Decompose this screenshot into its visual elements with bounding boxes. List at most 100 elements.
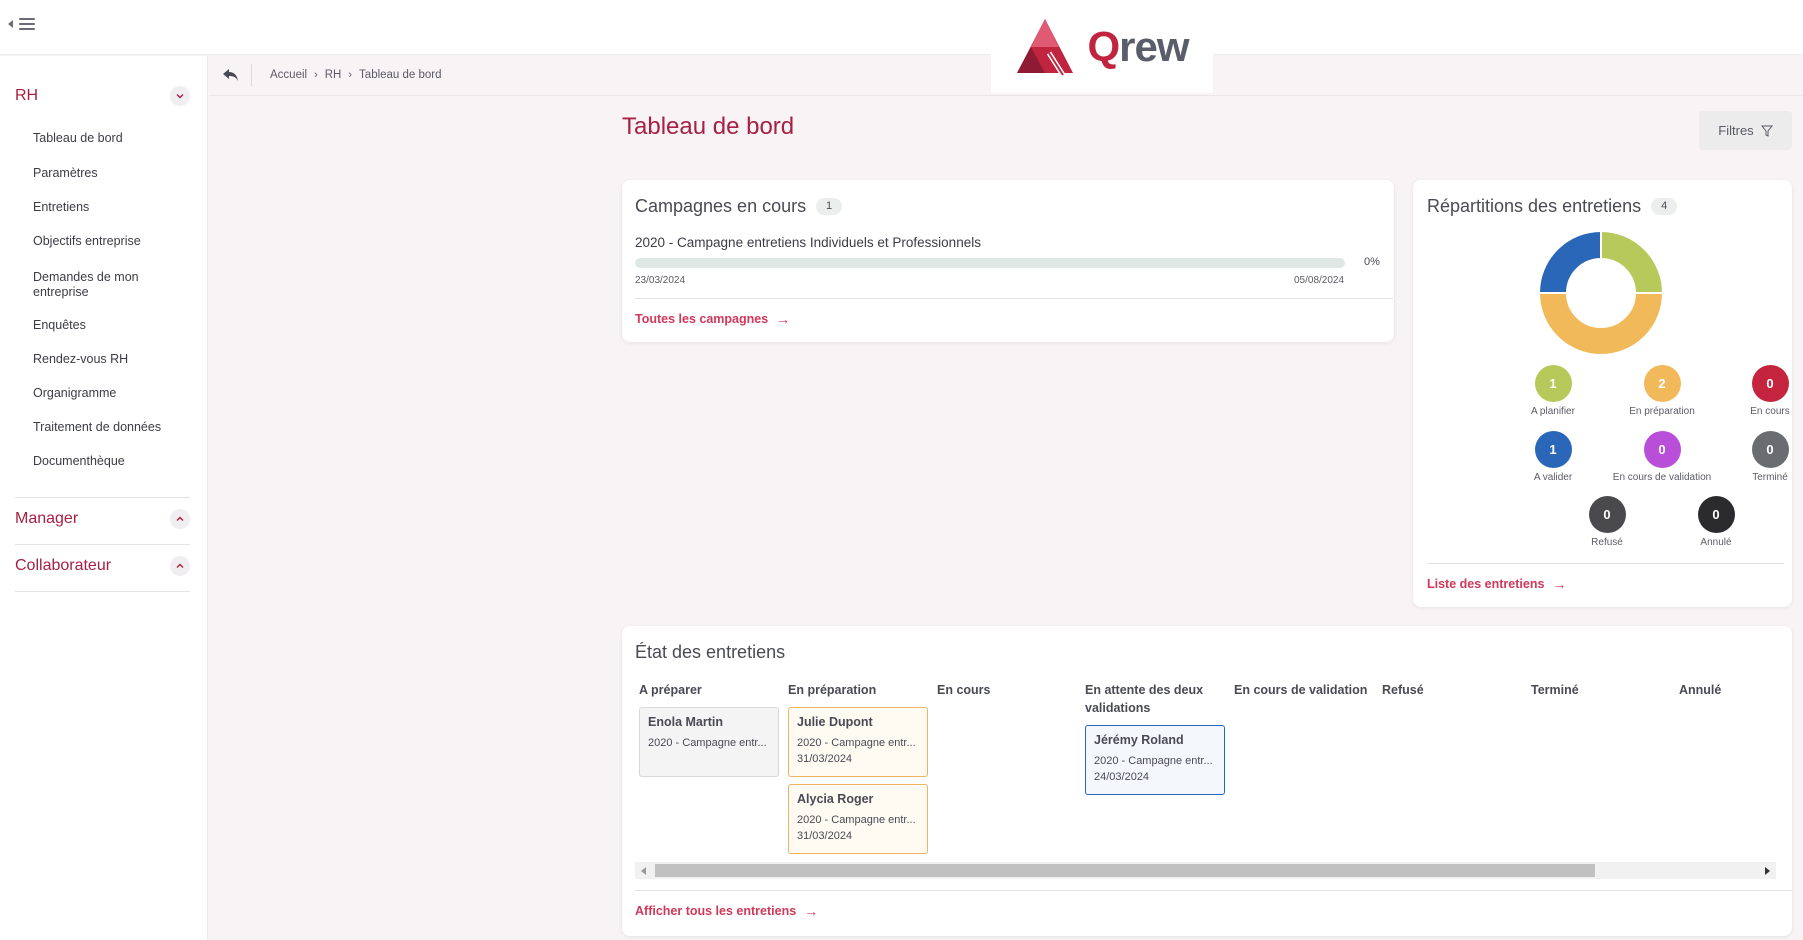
breadcrumb: Accueil › RH › Tableau de bord	[270, 69, 442, 81]
column-header: Annulé	[1679, 683, 1722, 697]
interview-status-card: État des entretiens A préparer En prépar…	[622, 626, 1792, 936]
sidebar-item-rendez-vous-rh[interactable]: Rendez-vous RH	[33, 352, 183, 367]
chevron-down-icon[interactable]	[170, 86, 190, 106]
stat-label: En préparation	[1629, 406, 1695, 417]
interview-status-title: État des entretiens	[635, 642, 786, 662]
breadcrumb-rh[interactable]: RH	[325, 69, 342, 81]
logo: Qrew	[991, 0, 1213, 93]
stat-value: 0	[1697, 496, 1735, 533]
sidebar-section-rh[interactable]: RH	[15, 86, 190, 106]
sidebar-item-traitement-de-donnees[interactable]: Traitement de données	[33, 420, 183, 435]
divider	[635, 298, 1393, 299]
column-header: Refusé	[1382, 683, 1424, 697]
top-bar	[0, 0, 1803, 55]
logo-text: Qrew	[1087, 22, 1189, 70]
sidebar-divider	[15, 591, 190, 592]
campaigns-count-badge: 1	[816, 198, 843, 215]
chevron-up-icon[interactable]	[170, 556, 190, 576]
sidebar-divider	[15, 544, 190, 545]
interview-card-name: Enola Martin	[648, 715, 724, 729]
stat-annule: 0 Annulé	[1656, 496, 1776, 548]
interview-card-date: 31/03/2024	[797, 753, 853, 765]
logo-triangle-icon	[1017, 18, 1074, 76]
all-campaigns-link[interactable]: Toutes les campagnes →	[635, 311, 790, 327]
donut-slice-a-valider[interactable]	[1538, 230, 1602, 294]
sidebar-item-enquetes[interactable]: Enquêtes	[33, 318, 183, 333]
arrow-right-icon: →	[1552, 576, 1567, 592]
campaign-name[interactable]: 2020 - Campagne entretiens Individuels e…	[635, 235, 981, 250]
filters-button[interactable]: Filtres	[1699, 111, 1792, 150]
sidebar: RH Tableau de bord Paramètres Entretiens…	[0, 56, 208, 940]
filter-funnel-icon	[1760, 125, 1773, 137]
page-title: Tableau de bord	[622, 113, 795, 140]
arrow-right-icon: →	[776, 311, 791, 327]
interview-card-campaign: 2020 - Campagne entr...	[797, 737, 916, 749]
column-header: A préparer	[639, 683, 702, 697]
breadcrumb-current: Tableau de bord	[359, 69, 442, 81]
menu-toggle-button[interactable]	[8, 18, 35, 30]
stat-label: En cours	[1750, 406, 1790, 417]
interview-card-name: Jérémy Roland	[1094, 733, 1184, 747]
stat-label: A valider	[1533, 472, 1573, 483]
campaign-start-date: 23/03/2024	[635, 275, 686, 286]
repartition-title: Répartitions des entretiens 4	[1427, 196, 1678, 217]
chevron-right-icon: ›	[314, 69, 318, 81]
stat-en-preparation: 2 En préparation	[1602, 365, 1722, 417]
repartition-title-text: Répartitions des entretiens	[1427, 196, 1642, 216]
collapse-caret-icon	[8, 20, 13, 28]
breadcrumb-separator	[251, 64, 252, 86]
stat-value: 0	[1751, 365, 1789, 402]
stat-a-valider: 1 A valider	[1493, 431, 1613, 483]
divider	[1427, 563, 1784, 564]
sidebar-section-collaborateur[interactable]: Collaborateur	[15, 556, 190, 576]
stat-value: 0	[1751, 431, 1789, 468]
stat-label: Refusé	[1591, 537, 1623, 548]
sidebar-item-tableau-de-bord[interactable]: Tableau de bord	[33, 131, 183, 146]
horizontal-scrollbar[interactable]	[635, 862, 1776, 879]
interview-card-date: 24/03/2024	[1094, 771, 1150, 783]
sidebar-section-manager[interactable]: Manager	[15, 509, 190, 529]
hamburger-menu-icon	[19, 18, 35, 30]
interview-card-campaign: 2020 - Campagne entr...	[797, 814, 916, 826]
repartition-card: Répartitions des entretiens 4 1 A planifi…	[1413, 180, 1792, 607]
all-interviews-link[interactable]: Afficher tous les entretiens →	[635, 903, 818, 919]
interview-card-name: Julie Dupont	[797, 715, 873, 729]
sidebar-item-parametres[interactable]: Paramètres	[33, 166, 183, 181]
interviews-list-link[interactable]: Liste des entretiens →	[1427, 576, 1566, 592]
column-header: Terminé	[1531, 683, 1579, 697]
stat-a-planifier: 1 A planifier	[1493, 365, 1613, 417]
interview-card[interactable]: Alycia Roger 2020 - Campagne entr... 31/…	[788, 784, 928, 854]
campaign-progress-bar[interactable]	[635, 258, 1345, 268]
sidebar-item-organigramme[interactable]: Organigramme	[33, 386, 183, 401]
sidebar-item-objectifs-entreprise[interactable]: Objectifs entreprise	[33, 234, 183, 249]
back-button[interactable]	[221, 65, 241, 85]
stat-refuse: 0 Refusé	[1547, 496, 1667, 548]
interview-card-date: 31/03/2024	[797, 830, 853, 842]
stat-termine: 0 Terminé	[1710, 431, 1803, 483]
donut-slice-a-planifier[interactable]	[1600, 230, 1664, 294]
donut-slice-en-pr-paration[interactable]	[1538, 292, 1664, 356]
chevron-right-icon: ›	[348, 69, 353, 81]
sidebar-section-title: RH	[15, 87, 39, 104]
interviews-list-link-label: Liste des entretiens	[1427, 577, 1545, 591]
sidebar-section-title: Manager	[15, 510, 79, 527]
stat-value: 1	[1534, 431, 1572, 468]
all-campaigns-link-label: Toutes les campagnes	[635, 312, 769, 326]
sidebar-divider	[15, 497, 190, 498]
interview-card[interactable]: Julie Dupont 2020 - Campagne entr... 31/…	[788, 707, 928, 777]
repartition-count-badge: 4	[1651, 198, 1678, 215]
stat-en-cours: 0 En cours	[1710, 365, 1803, 417]
breadcrumb-accueil[interactable]: Accueil	[270, 69, 307, 81]
sidebar-item-entretiens[interactable]: Entretiens	[33, 200, 183, 215]
scroll-right-icon[interactable]	[1765, 867, 1770, 875]
column-header: En attente des deux validations	[1085, 683, 1204, 715]
back-arrow-icon	[223, 69, 238, 81]
scrollbar-thumb[interactable]	[655, 864, 1595, 877]
sidebar-item-documentheque[interactable]: Documenthèque	[33, 454, 183, 469]
chevron-up-icon[interactable]	[170, 509, 190, 529]
scroll-left-icon[interactable]	[641, 867, 646, 875]
sidebar-item-demandes[interactable]: Demandes de mon entreprise	[33, 270, 163, 300]
interview-card[interactable]: Enola Martin 2020 - Campagne entr...	[639, 707, 779, 777]
stat-label: Annulé	[1700, 537, 1732, 548]
interview-card[interactable]: Jérémy Roland 2020 - Campagne entr... 24…	[1085, 725, 1225, 795]
